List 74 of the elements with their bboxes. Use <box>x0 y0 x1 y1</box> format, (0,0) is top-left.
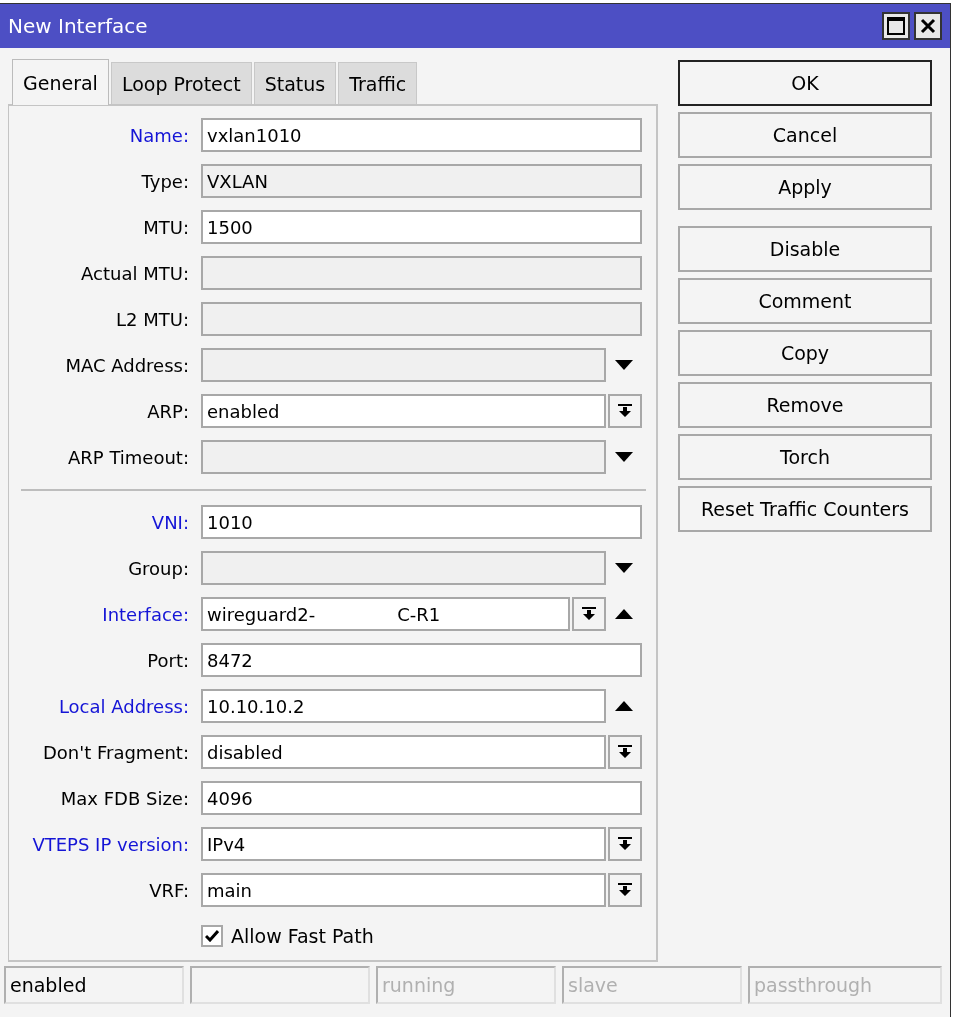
maximize-button[interactable] <box>882 12 910 40</box>
dialog-button[interactable]: Copy <box>678 330 932 376</box>
dialog-button[interactable]: Cancel <box>678 112 932 158</box>
field-label: Port: <box>146 649 189 671</box>
dialog-button[interactable]: Torch <box>678 434 932 480</box>
dialog-button[interactable]: OK <box>678 60 932 106</box>
down-arrow-icon <box>618 404 632 418</box>
down-arrow-icon <box>582 607 596 621</box>
dialog-button[interactable]: Remove <box>678 382 932 428</box>
check-icon <box>205 930 219 942</box>
field-label: Actual MTU: <box>80 262 189 284</box>
down-arrow-icon <box>618 883 632 897</box>
field-label: Type: <box>140 170 189 192</box>
read-only-field[interactable]: VXLAN <box>201 164 642 198</box>
dropdown-button[interactable] <box>608 827 642 861</box>
field-label: VRF: <box>148 879 189 901</box>
field-label: L2 MTU: <box>115 308 189 330</box>
dropdown-arrow-icon[interactable] <box>615 452 633 462</box>
dropdown-arrow-icon[interactable] <box>615 563 633 573</box>
input-field[interactable]: disabled <box>201 735 606 769</box>
tab[interactable]: Status <box>253 62 337 104</box>
field-label: Group: <box>127 557 189 579</box>
field-label: Don't Fragment: <box>41 741 189 763</box>
read-only-field[interactable] <box>201 551 606 585</box>
field-label: Name: <box>128 124 189 146</box>
collapse-arrow-icon[interactable] <box>615 701 633 711</box>
input-field[interactable]: enabled <box>201 394 606 428</box>
maximize-icon <box>887 17 905 35</box>
status-text: slave <box>562 966 742 1004</box>
close-button[interactable] <box>914 12 942 40</box>
dropdown-arrow-icon[interactable] <box>615 360 633 370</box>
input-field[interactable]: 4096 <box>201 781 642 815</box>
read-only-field[interactable] <box>201 440 606 474</box>
checkbox-label: Allow Fast Path <box>231 925 374 947</box>
read-only-field[interactable] <box>201 302 642 336</box>
input-field[interactable]: wireguard2- C-R1 <box>201 597 570 631</box>
status-text: enabled <box>4 966 184 1004</box>
input-field[interactable]: 8472 <box>201 643 642 677</box>
read-only-field[interactable] <box>201 256 642 290</box>
collapse-arrow-icon[interactable] <box>615 609 633 619</box>
field-label: Interface: <box>101 603 189 625</box>
down-arrow-icon <box>618 837 632 851</box>
input-field[interactable]: 1010 <box>201 505 642 539</box>
close-icon <box>920 18 936 34</box>
field-label: VNI: <box>150 511 189 533</box>
input-field[interactable]: IPv4 <box>201 827 606 861</box>
field-label: Max FDB Size: <box>59 787 189 809</box>
status-text: passthrough <box>748 966 942 1004</box>
dropdown-button[interactable] <box>608 735 642 769</box>
field-label: ARP Timeout: <box>67 446 189 468</box>
field-label: ARP: <box>146 400 189 422</box>
field-label: Local Address: <box>57 695 189 717</box>
dialog-button[interactable]: Disable <box>678 226 932 272</box>
dialog-button[interactable]: Apply <box>678 164 932 210</box>
input-field[interactable]: vxlan1010 <box>201 118 642 152</box>
input-field[interactable]: 1500 <box>201 210 642 244</box>
field-label: MTU: <box>142 216 189 238</box>
dialog-button[interactable]: Comment <box>678 278 932 324</box>
tab[interactable]: Loop Protect <box>110 62 252 104</box>
tab[interactable]: Traffic <box>338 62 418 104</box>
window-title: New Interface <box>8 14 149 38</box>
status-text: running <box>376 966 556 1004</box>
dropdown-button[interactable] <box>608 394 642 428</box>
read-only-field[interactable] <box>201 348 606 382</box>
field-label: VTEPS IP version: <box>31 833 189 855</box>
dropdown-button[interactable] <box>572 597 606 631</box>
input-field[interactable]: 10.10.10.2 <box>201 689 606 723</box>
dropdown-button[interactable] <box>608 873 642 907</box>
tab[interactable]: General <box>12 59 109 105</box>
checkbox[interactable] <box>201 925 223 947</box>
down-arrow-icon <box>618 745 632 759</box>
input-field[interactable]: main <box>201 873 606 907</box>
dialog-button[interactable]: Reset Traffic Counters <box>678 486 932 532</box>
field-label: MAC Address: <box>64 354 189 376</box>
